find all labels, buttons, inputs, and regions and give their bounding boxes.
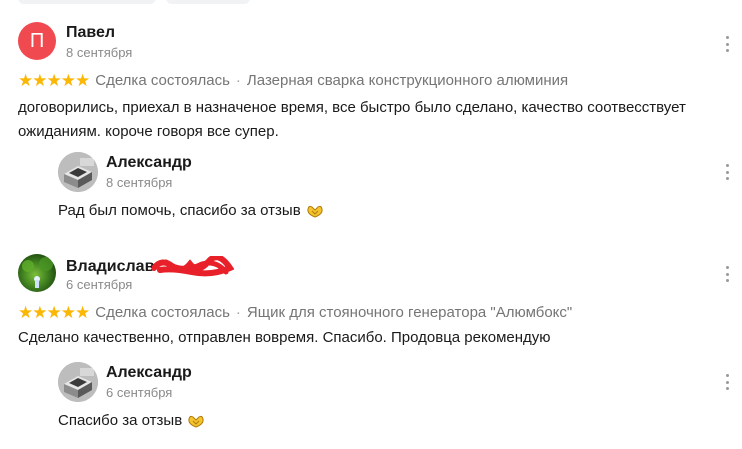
seller-logo-icon bbox=[58, 152, 98, 192]
reply-text: Спасибо за отзыв bbox=[58, 412, 183, 429]
star-icon: ★ bbox=[18, 71, 33, 90]
star-icon: ★ bbox=[18, 303, 33, 322]
deal-status: Сделка состоялась bbox=[95, 72, 230, 89]
reply-date: 8 сентября bbox=[106, 175, 173, 190]
review-text: Сделано качественно, отправлен вовремя. … bbox=[18, 329, 551, 346]
review-card: П Павел 8 сентября ★ ★ ★ ★ ★ Сделка сост… bbox=[0, 0, 742, 232]
more-vertical-icon[interactable] bbox=[724, 164, 730, 180]
avatar-letter: П bbox=[29, 29, 45, 52]
star-icon: ★ bbox=[46, 303, 62, 322]
star-icon: ★ bbox=[46, 71, 62, 90]
review-author-name[interactable]: Владислав bbox=[66, 258, 154, 276]
star-icon: ★ bbox=[32, 303, 47, 322]
rating-stars: ★ ★ ★ ★ ★ bbox=[18, 303, 90, 322]
deal-status: Сделка состоялась bbox=[95, 304, 230, 321]
reply-date: 6 сентября bbox=[106, 385, 173, 400]
review-text: договорились, приехал в назначеное время… bbox=[18, 99, 686, 140]
reply-text: Рад был помочь, спасибо за отзыв bbox=[58, 202, 301, 219]
hands-emoji-icon bbox=[307, 205, 323, 218]
reply-text-row: Спасибо за отзыв bbox=[58, 412, 204, 429]
star-icon: ★ bbox=[60, 71, 76, 90]
more-vertical-icon[interactable] bbox=[724, 266, 730, 282]
reply-author-name[interactable]: Александр bbox=[106, 364, 192, 382]
hands-emoji-icon bbox=[188, 415, 204, 428]
review-date: 6 сентября bbox=[66, 277, 133, 292]
more-vertical-icon[interactable] bbox=[724, 36, 730, 52]
seller-logo-icon bbox=[58, 362, 98, 402]
star-icon: ★ bbox=[75, 71, 90, 90]
rating-stars: ★ ★ ★ ★ ★ bbox=[18, 71, 90, 90]
star-icon: ★ bbox=[60, 303, 76, 322]
deal-item[interactable]: Лазерная сварка конструкционного алюмини… bbox=[247, 72, 568, 89]
review-meta: ★ ★ ★ ★ ★ Сделка состоялась · Лазерная с… bbox=[18, 72, 568, 89]
review-meta: ★ ★ ★ ★ ★ Сделка состоялась · Ящик для с… bbox=[18, 304, 572, 321]
more-vertical-icon[interactable] bbox=[724, 374, 730, 390]
deal-item[interactable]: Ящик для стояночного генератора "Алюмбок… bbox=[247, 304, 572, 321]
reply-avatar[interactable] bbox=[58, 152, 98, 192]
star-icon: ★ bbox=[32, 71, 47, 90]
reply-text-row: Рад был помочь, спасибо за отзыв bbox=[58, 202, 323, 219]
review-author-name[interactable]: Павел bbox=[66, 24, 115, 42]
star-icon: ★ bbox=[75, 303, 90, 322]
redaction-scribble bbox=[152, 256, 234, 277]
review-date: 8 сентября bbox=[66, 45, 133, 60]
avatar[interactable]: П bbox=[18, 22, 56, 60]
meta-separator: · bbox=[235, 304, 241, 321]
reply-author-name[interactable]: Александр bbox=[106, 154, 192, 172]
reply-avatar[interactable] bbox=[58, 362, 98, 402]
avatar[interactable] bbox=[18, 254, 56, 292]
review-card: Владислав 6 сентября ★ ★ ★ ★ ★ Сделка со… bbox=[0, 236, 742, 449]
meta-separator: · bbox=[235, 72, 241, 89]
